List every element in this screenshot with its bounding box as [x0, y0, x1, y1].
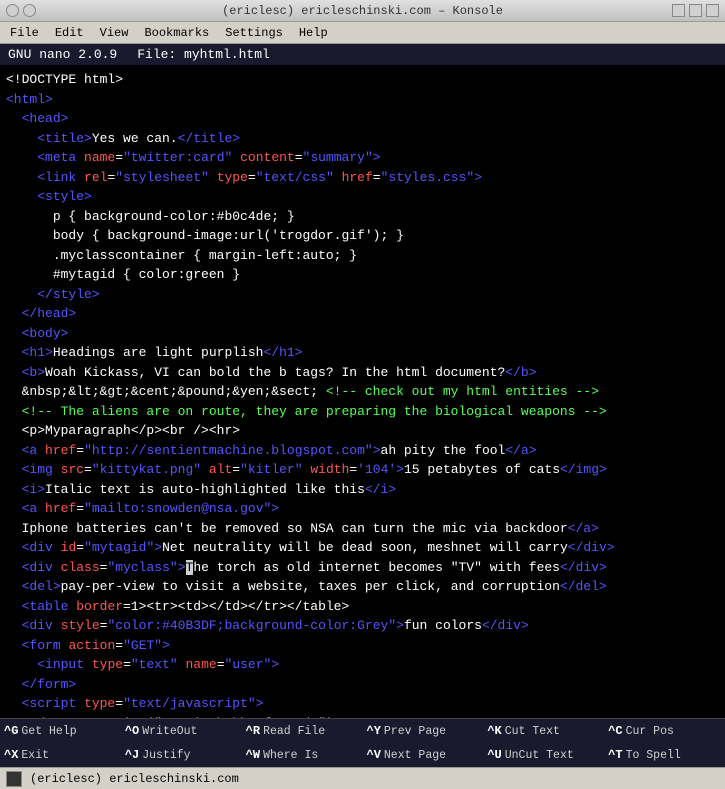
nano-version: GNU nano 2.0.9	[8, 47, 117, 62]
winclose-button[interactable]	[706, 4, 719, 17]
close-button[interactable]	[6, 4, 19, 17]
shortcut-key: ^K	[487, 724, 501, 738]
menu-help[interactable]: Help	[291, 24, 336, 42]
shortcut-cur-pos[interactable]: ^C Cur Pos	[604, 719, 725, 743]
window-controls-right[interactable]	[672, 4, 719, 17]
terminal-bottom-bar: (ericlesc) ericleschinski.com	[0, 767, 725, 789]
title-bar: (ericlesc) ericleschinski.com – Konsole	[0, 0, 725, 22]
shortcut-cut-text[interactable]: ^K Cut Text	[483, 719, 604, 743]
shortcut-get-help[interactable]: ^G Get Help	[0, 719, 121, 743]
shortcut-label: WriteOut	[142, 725, 197, 738]
shortcut-exit[interactable]: ^X Exit	[0, 743, 121, 767]
shortcut-label: Exit	[21, 749, 49, 762]
shortcut-key: ^W	[246, 748, 260, 762]
shortcut-prev-page[interactable]: ^Y Prev Page	[363, 719, 484, 743]
shortcut-justify[interactable]: ^J Justify	[121, 743, 242, 767]
editor-area[interactable]: <!DOCTYPE html> <html> <head> <title>Yes…	[0, 66, 725, 718]
shortcut-uncut-text[interactable]: ^U UnCut Text	[483, 743, 604, 767]
shortcut-key: ^Y	[367, 724, 381, 738]
shortcut-label: To Spell	[626, 749, 681, 762]
shortcut-label: Cur Pos	[626, 725, 674, 738]
shortcut-key: ^T	[608, 748, 622, 762]
shortcut-key: ^C	[608, 724, 622, 738]
shortcut-next-page[interactable]: ^V Next Page	[363, 743, 484, 767]
shortcut-label: Cut Text	[505, 725, 560, 738]
restore-button[interactable]	[672, 4, 685, 17]
shortcut-bar: ^G Get Help ^O WriteOut ^R Read File ^Y …	[0, 718, 725, 767]
terminal-title-label: (ericlesc) ericleschinski.com	[30, 772, 239, 786]
shortcut-label: Get Help	[21, 725, 76, 738]
menu-bar: File Edit View Bookmarks Settings Help	[0, 22, 725, 44]
window-title: (ericlesc) ericleschinski.com – Konsole	[222, 4, 503, 18]
shortcut-label: Where Is	[263, 749, 318, 762]
nano-status-bar: GNU nano 2.0.9 File: myhtml.html	[0, 44, 725, 66]
shortcut-to-spell[interactable]: ^T To Spell	[604, 743, 725, 767]
shortcut-label: Read File	[263, 725, 325, 738]
shortcut-label: Prev Page	[384, 725, 446, 738]
shortcut-read-file[interactable]: ^R Read File	[242, 719, 363, 743]
minimize-button[interactable]	[23, 4, 36, 17]
menu-bookmarks[interactable]: Bookmarks	[136, 24, 217, 42]
shortcut-key: ^U	[487, 748, 501, 762]
shortcut-key: ^R	[246, 724, 260, 738]
shortcut-label: Next Page	[384, 749, 446, 762]
menu-edit[interactable]: Edit	[47, 24, 92, 42]
shortcut-key: ^G	[4, 724, 18, 738]
shortcut-label: Justify	[142, 749, 190, 762]
terminal-icon	[6, 771, 22, 787]
shortcut-key: ^X	[4, 748, 18, 762]
menu-file[interactable]: File	[2, 24, 47, 42]
shortcut-where-is[interactable]: ^W Where Is	[242, 743, 363, 767]
menu-settings[interactable]: Settings	[217, 24, 291, 42]
nano-filename: File: myhtml.html	[137, 47, 270, 62]
shortcut-writeout[interactable]: ^O WriteOut	[121, 719, 242, 743]
shortcut-label: UnCut Text	[505, 749, 574, 762]
shortcut-key: ^J	[125, 748, 139, 762]
window-controls[interactable]	[6, 4, 36, 17]
menu-view[interactable]: View	[92, 24, 137, 42]
maximize-button[interactable]	[689, 4, 702, 17]
shortcut-key: ^V	[367, 748, 381, 762]
shortcut-key: ^O	[125, 724, 139, 738]
